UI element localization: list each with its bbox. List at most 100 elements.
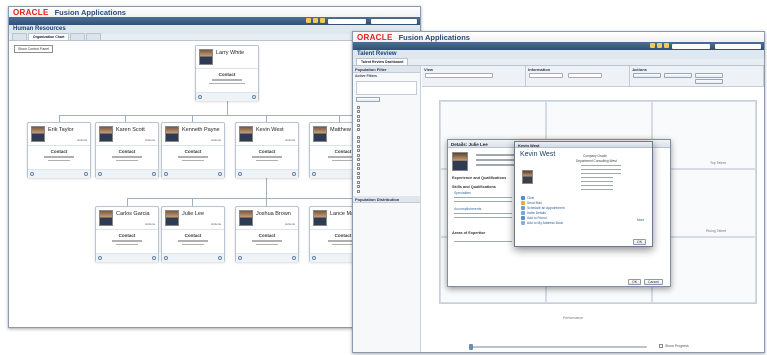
performance-rating-slider[interactable] — [469, 344, 647, 350]
watchlist-icon[interactable] — [664, 43, 669, 48]
watchlist-icon[interactable] — [320, 18, 325, 23]
collapse-left-icon[interactable] — [312, 256, 316, 260]
card-name: Erik Taylor — [48, 127, 74, 133]
collapse-left-icon[interactable] — [238, 172, 242, 176]
org-card-erik-taylor[interactable]: Erik Taylor Actions Contact — [27, 122, 91, 178]
expand-right-icon[interactable] — [252, 95, 256, 99]
add-address-book-link[interactable]: Add to My Address Book — [521, 221, 563, 225]
collapse-left-icon[interactable] — [164, 172, 168, 176]
add-filters-button[interactable] — [356, 97, 380, 102]
card-footer — [96, 253, 158, 262]
org-card-carlos-garcia[interactable]: Carlos Garcia Actions Contact — [95, 206, 159, 262]
card-name: Larry White — [216, 50, 245, 56]
org-card-julie-lee[interactable]: Julie Lee Actions Contact — [161, 206, 225, 262]
tab-my-details[interactable] — [70, 33, 86, 40]
ok-button[interactable]: OK — [633, 239, 647, 245]
expand-right-icon[interactable] — [152, 256, 156, 260]
page-section-title: Talent Review — [353, 50, 764, 59]
slider-handle[interactable] — [469, 344, 473, 350]
collapse-left-icon[interactable] — [198, 95, 202, 99]
tab-organization-chart[interactable]: Organization Chart — [27, 33, 70, 40]
zoom-button[interactable] — [695, 79, 724, 84]
collapse-left-icon[interactable] — [98, 172, 102, 176]
add-friend-link[interactable]: Add to Friend — [521, 216, 547, 220]
card-contact-title: Contact — [118, 233, 136, 238]
collapse-left-icon[interactable] — [312, 172, 316, 176]
connector — [266, 178, 267, 198]
collapse-left-icon[interactable] — [164, 256, 168, 260]
expand-right-icon[interactable] — [152, 172, 156, 176]
connector — [266, 198, 267, 206]
avatar — [522, 170, 533, 184]
app-title: Fusion Applications — [398, 32, 470, 42]
tab-dashboard[interactable] — [12, 33, 27, 40]
tab-directory[interactable] — [86, 33, 102, 40]
org-card-karen-scott[interactable]: Karen Scott Actions Contact — [95, 122, 159, 178]
active-filters-title: Active Filters — [355, 74, 377, 78]
invite-details-link[interactable]: Invite Details — [521, 211, 546, 215]
search-input[interactable] — [715, 43, 761, 49]
subsection-heading: Accomplishments — [454, 207, 482, 211]
expand-right-icon[interactable] — [292, 256, 296, 260]
send-mail-link[interactable]: Send Mail — [521, 201, 542, 205]
information-select[interactable] — [529, 73, 564, 78]
schedule-appointment-link[interactable]: Schedule an Appointment — [521, 206, 565, 210]
card-footer — [236, 253, 298, 262]
expand-right-icon[interactable] — [292, 172, 296, 176]
add-comments-button[interactable] — [633, 73, 662, 78]
org-card-kevin-west[interactable]: Kevin West Actions Contact — [235, 122, 299, 178]
add-goals-button[interactable] — [695, 73, 724, 78]
search-scope-select[interactable] — [672, 43, 710, 49]
tasks-icon[interactable] — [313, 18, 318, 23]
more-link[interactable]: More — [637, 218, 644, 222]
avatar — [165, 126, 179, 142]
card-contact-title: Contact — [184, 149, 202, 154]
connector — [192, 198, 193, 206]
collapse-left-icon[interactable] — [98, 256, 102, 260]
section-heading: Areas of Expertise — [452, 231, 486, 235]
view-select[interactable] — [425, 73, 493, 78]
checkbox-icon[interactable] — [659, 344, 663, 348]
org-card-joshua-brown[interactable]: Joshua Brown Actions Contact — [235, 206, 299, 262]
oracle-logo: ORACLE — [357, 32, 393, 42]
tab-talent-review-dashboard[interactable]: Talent Review Dashboard — [356, 58, 409, 65]
search-scope-select[interactable] — [328, 18, 366, 24]
collapse-left-icon[interactable] — [238, 256, 242, 260]
favorites-icon[interactable] — [650, 43, 655, 48]
card-actions-menu[interactable]: Actions — [285, 138, 295, 142]
card-actions-menu[interactable]: Actions — [211, 222, 221, 226]
show-control-panel-button[interactable]: Show Control Panel — [14, 45, 53, 53]
card-actions-menu[interactable]: Actions — [145, 222, 155, 226]
org-card-kenneth-payne[interactable]: Kenneth Payne Actions Contact — [161, 122, 225, 178]
information-select-2[interactable] — [568, 73, 603, 78]
tasks-icon[interactable] — [657, 43, 662, 48]
card-footer — [162, 253, 224, 262]
card-actions-menu[interactable]: Actions — [77, 138, 87, 142]
card-footer — [28, 169, 90, 178]
card-contact-title: Contact — [184, 233, 202, 238]
contact-name: Kevin West — [520, 151, 556, 158]
org-card-larry-white[interactable]: Larry White Contact — [195, 45, 259, 101]
expand-right-icon[interactable] — [218, 172, 222, 176]
chat-icon — [521, 196, 525, 200]
card-actions-menu[interactable]: Actions — [211, 138, 221, 142]
grid-label: Rising Talent — [706, 229, 726, 233]
card-actions-menu[interactable]: Actions — [285, 222, 295, 226]
field-company: Company Oracle — [583, 154, 607, 158]
expand-right-icon[interactable] — [218, 256, 222, 260]
expand-right-icon[interactable] — [84, 172, 88, 176]
move-people-button[interactable] — [664, 73, 693, 78]
show-progress-toggle[interactable]: Show Progress — [659, 344, 689, 348]
search-input[interactable] — [371, 18, 417, 24]
cancel-button[interactable]: Cancel — [644, 279, 663, 285]
ok-button[interactable]: OK — [628, 279, 642, 285]
filter-checkbox[interactable] — [353, 189, 420, 194]
avatar — [165, 210, 179, 226]
connector — [339, 115, 340, 122]
mail-icon — [521, 201, 525, 205]
card-actions-menu[interactable]: Actions — [145, 138, 155, 142]
chat-link[interactable]: Chat — [521, 196, 534, 200]
collapse-left-icon[interactable] — [30, 172, 34, 176]
card-contact-title: Contact — [118, 149, 136, 154]
favorites-icon[interactable] — [306, 18, 311, 23]
